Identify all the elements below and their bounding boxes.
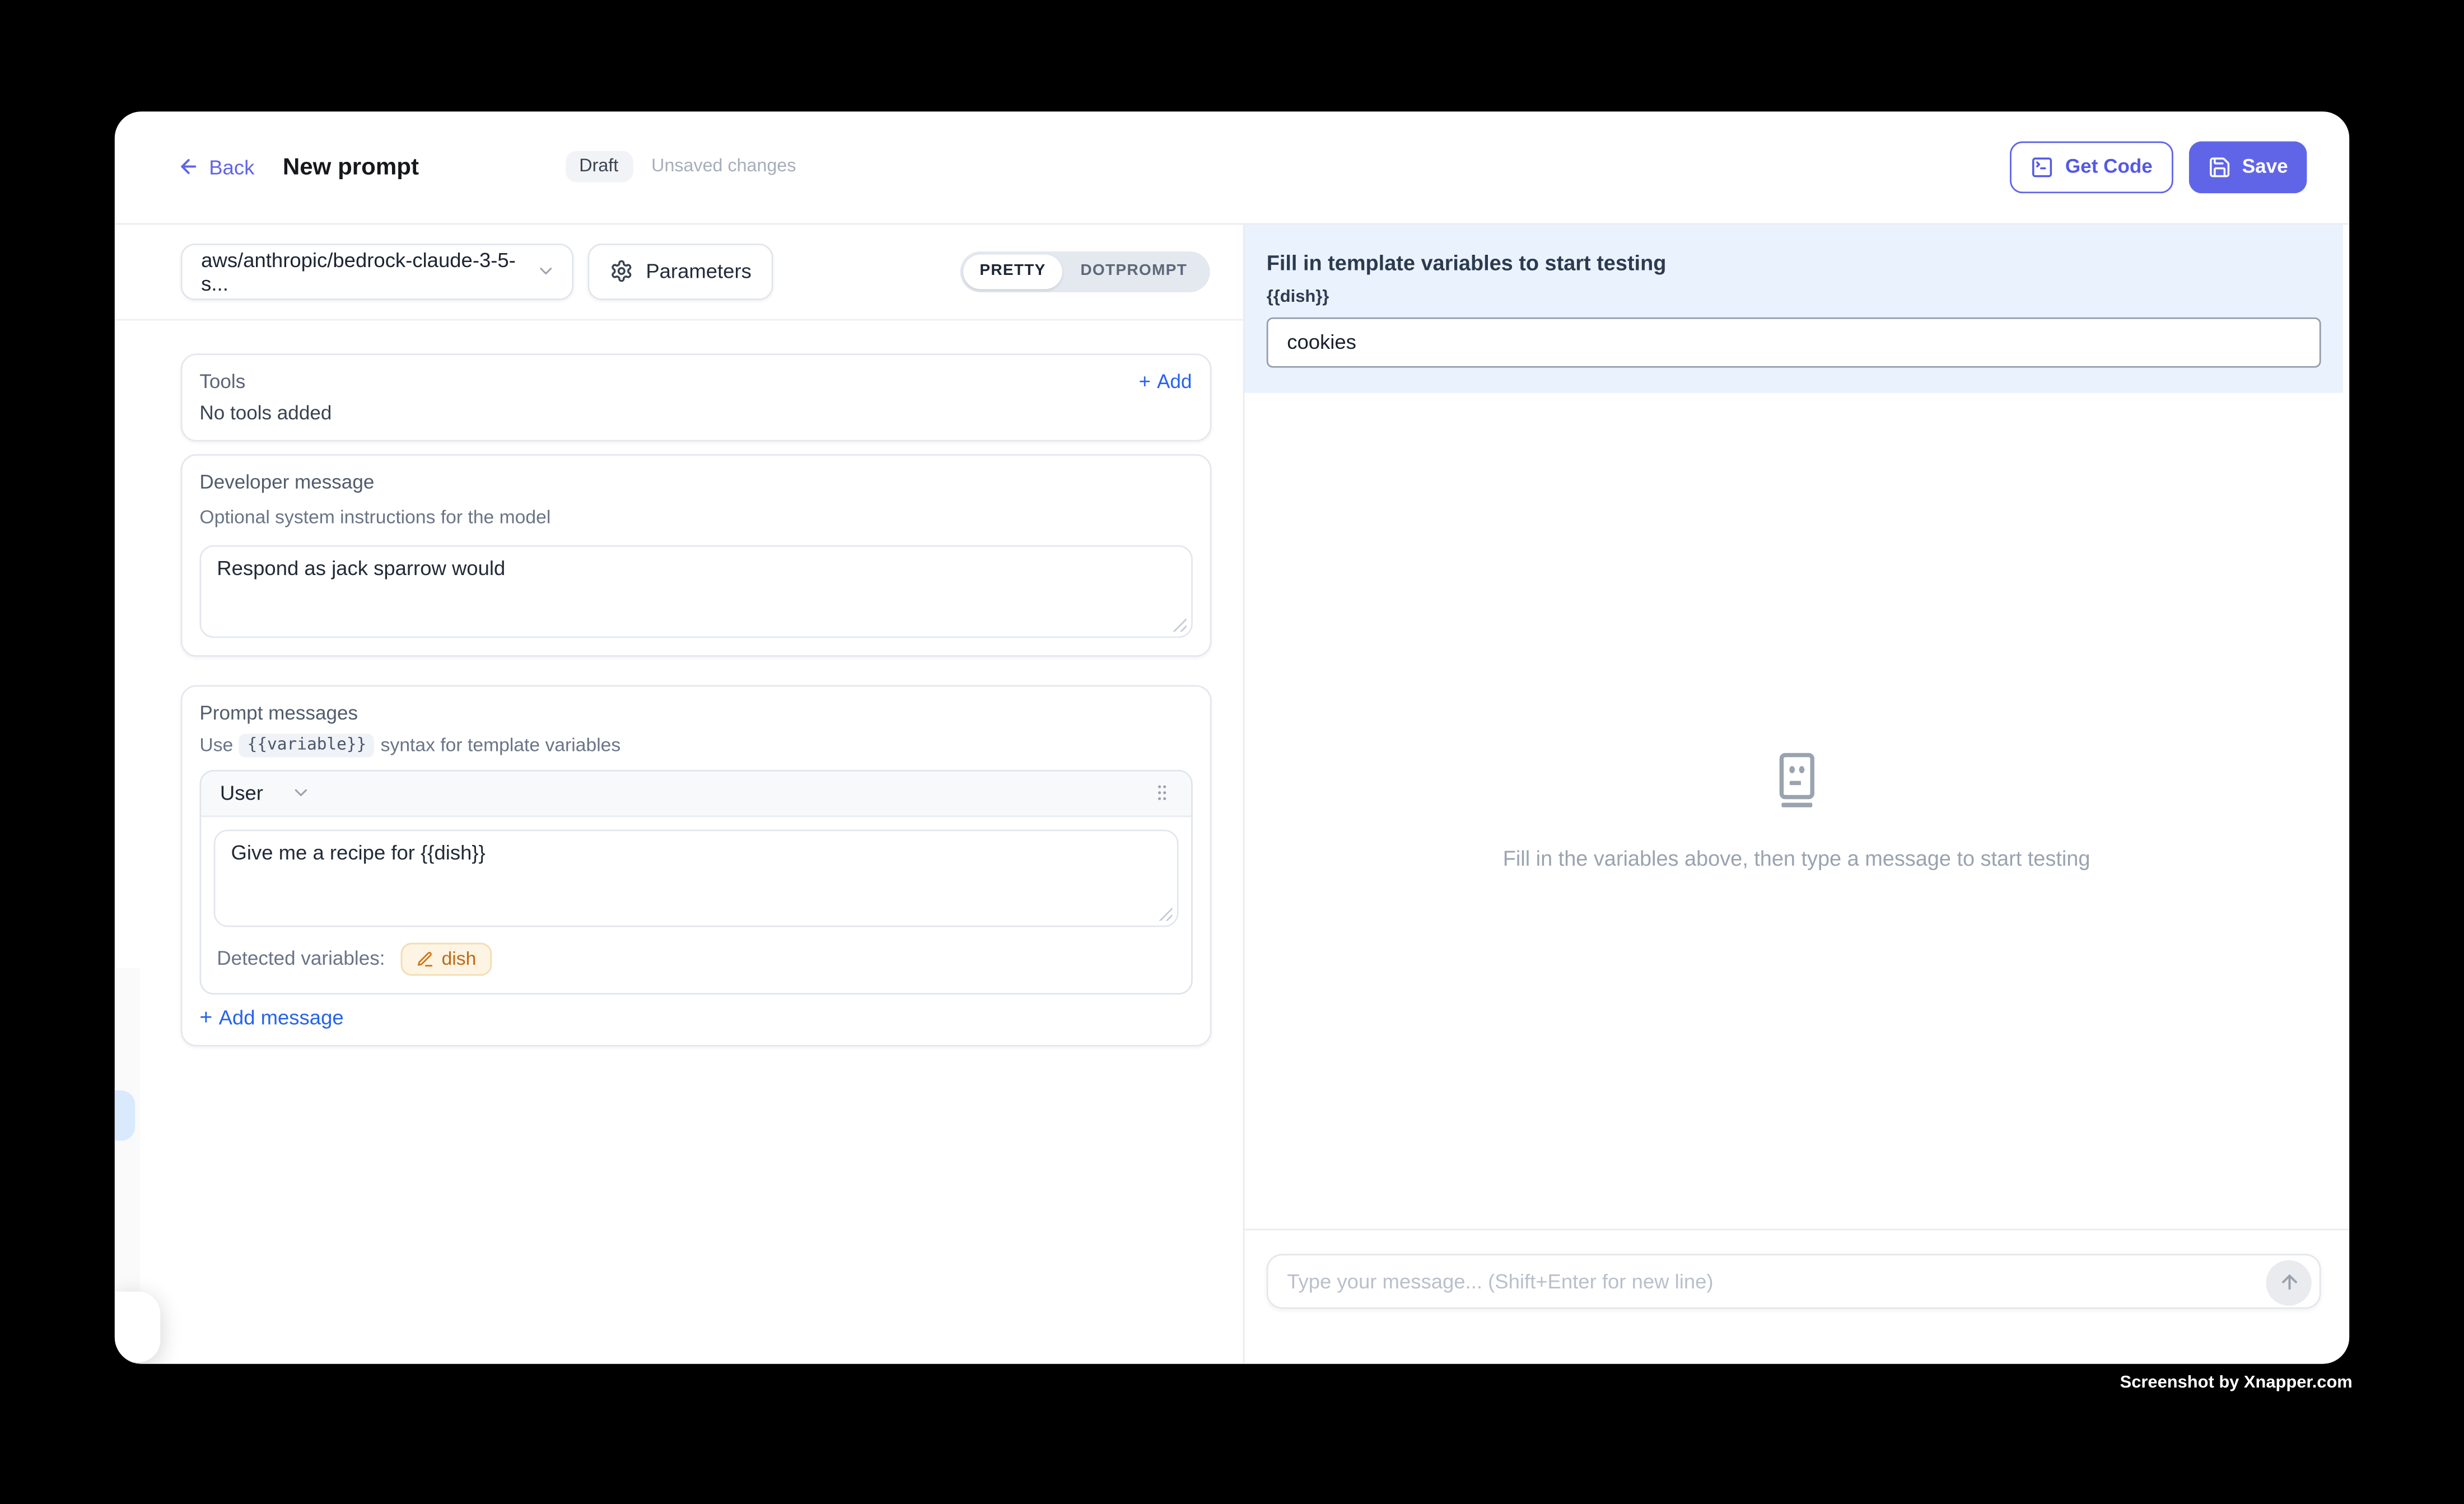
- add-tool-button[interactable]: + Add: [1138, 371, 1192, 393]
- get-code-button[interactable]: Get Code: [2010, 141, 2173, 193]
- add-tool-label: Add: [1157, 371, 1192, 393]
- developer-message-textarea[interactable]: Respond as jack sparrow would: [201, 547, 1190, 636]
- clipped-popup-corner: [115, 1291, 160, 1363]
- chat-input-container: [1267, 1254, 2321, 1309]
- prompt-messages-card: Prompt messages Use {{variable}} syntax …: [181, 685, 1211, 1046]
- send-button[interactable]: [2266, 1260, 2311, 1305]
- add-message-label: Add message: [219, 1006, 344, 1029]
- plus-icon: +: [1138, 371, 1150, 391]
- get-code-label: Get Code: [2065, 156, 2153, 178]
- user-message-field: Give me a recipe for {{dish}}: [214, 829, 1178, 927]
- save-label: Save: [2242, 156, 2288, 178]
- editor-scroll-area: Tools + Add No tools added Developer mes…: [115, 320, 1242, 1046]
- tools-empty-text: No tools added: [199, 402, 1192, 424]
- detected-variables-label: Detected variables:: [217, 948, 385, 970]
- clipped-sidebar-active-item[interactable]: [115, 1090, 135, 1141]
- tools-title: Tools: [199, 371, 245, 393]
- chat-message-input[interactable]: [1287, 1270, 2256, 1293]
- detected-variables-row: Detected variables: dish: [214, 927, 1178, 993]
- parameters-button[interactable]: Parameters: [587, 244, 773, 300]
- empty-state-text: Fill in the variables above, then type a…: [1503, 847, 2090, 871]
- developer-message-field: Respond as jack sparrow would: [199, 545, 1192, 638]
- template-variables-section: Fill in template variables to start test…: [1244, 225, 2342, 393]
- terminal-square-icon: [2031, 155, 2054, 179]
- hint-prefix: Use: [199, 735, 233, 756]
- add-message-button[interactable]: + Add message: [199, 1006, 1192, 1029]
- app-window: Back New prompt Draft Unsaved changes Ge…: [115, 111, 2349, 1364]
- editor-panel: aws/anthropic/bedrock-claude-3-5-s... Pa…: [115, 225, 1244, 1364]
- drag-handle-icon[interactable]: [1151, 782, 1171, 805]
- dish-variable-label: {{dish}}: [1267, 287, 2321, 306]
- model-select[interactable]: aws/anthropic/bedrock-claude-3-5-s...: [181, 244, 574, 300]
- toggle-pretty[interactable]: PRETTY: [964, 254, 1061, 289]
- resize-handle-icon[interactable]: [1158, 907, 1172, 921]
- gear-icon: [610, 260, 633, 283]
- prompt-messages-title: Prompt messages: [199, 702, 1192, 724]
- variable-syntax-hint: Use {{variable}} syntax for template var…: [199, 734, 1192, 757]
- tools-card: Tools + Add No tools added: [181, 353, 1211, 441]
- user-message-textarea[interactable]: Give me a recipe for {{dish}}: [215, 831, 1176, 925]
- status-badge: Draft: [565, 151, 632, 183]
- toggle-dotprompt[interactable]: DOTPROMPT: [1062, 254, 1206, 289]
- back-label: Back: [209, 155, 254, 179]
- arrow-left-icon: [178, 156, 199, 178]
- resize-handle-icon[interactable]: [1172, 617, 1186, 631]
- window-body: aws/anthropic/bedrock-claude-3-5-s... Pa…: [115, 225, 2349, 1364]
- watermark: Screenshot by Xnapper.com: [2120, 1374, 2353, 1393]
- header-actions: Get Code Save: [2010, 141, 2307, 193]
- model-toolbar: aws/anthropic/bedrock-claude-3-5-s... Pa…: [115, 225, 1242, 320]
- message-role-row: User: [201, 771, 1190, 816]
- dish-variable-input[interactable]: [1267, 317, 2321, 368]
- arrow-up-icon: [2278, 1272, 2299, 1293]
- chat-footer: [1244, 1229, 2349, 1364]
- page-title: New prompt: [283, 154, 419, 181]
- save-button[interactable]: Save: [2188, 141, 2307, 193]
- back-button[interactable]: Back: [178, 155, 254, 179]
- detected-variable-name: dish: [442, 948, 477, 970]
- detected-variable-chip[interactable]: dish: [401, 942, 492, 975]
- format-toggle: PRETTY DOTPROMPT: [961, 251, 1210, 292]
- unsaved-changes-text: Unsaved changes: [651, 158, 796, 177]
- pencil-icon: [417, 950, 434, 968]
- screenshot-stage: Back New prompt Draft Unsaved changes Ge…: [0, 0, 2464, 1504]
- developer-message-subtitle: Optional system instructions for the mod…: [199, 506, 1192, 527]
- variable-chip: {{variable}}: [239, 734, 374, 757]
- floppy-disk-icon: [2208, 155, 2231, 179]
- plus-icon: +: [199, 1006, 212, 1028]
- hint-suffix: syntax for template variables: [381, 735, 621, 756]
- message-body: Give me a recipe for {{dish}} Detected v…: [201, 817, 1190, 993]
- prompt-message-block: User Give me a recipe for {{dish}}: [199, 770, 1192, 994]
- chevron-down-icon[interactable]: [291, 783, 311, 804]
- variables-heading: Fill in template variables to start test…: [1267, 251, 2321, 275]
- conversation-area: Fill in the variables above, then type a…: [1244, 393, 2349, 1229]
- header: Back New prompt Draft Unsaved changes Ge…: [115, 111, 2349, 225]
- test-panel: Fill in template variables to start test…: [1244, 225, 2349, 1364]
- parameters-label: Parameters: [646, 260, 752, 283]
- bot-face-icon: [1767, 751, 1826, 817]
- chevron-down-icon: [536, 261, 557, 282]
- role-select-value[interactable]: User: [220, 782, 263, 805]
- model-select-value: aws/anthropic/bedrock-claude-3-5-s...: [201, 248, 536, 295]
- developer-message-title: Developer message: [199, 471, 1192, 493]
- developer-message-card: Developer message Optional system instru…: [181, 454, 1211, 657]
